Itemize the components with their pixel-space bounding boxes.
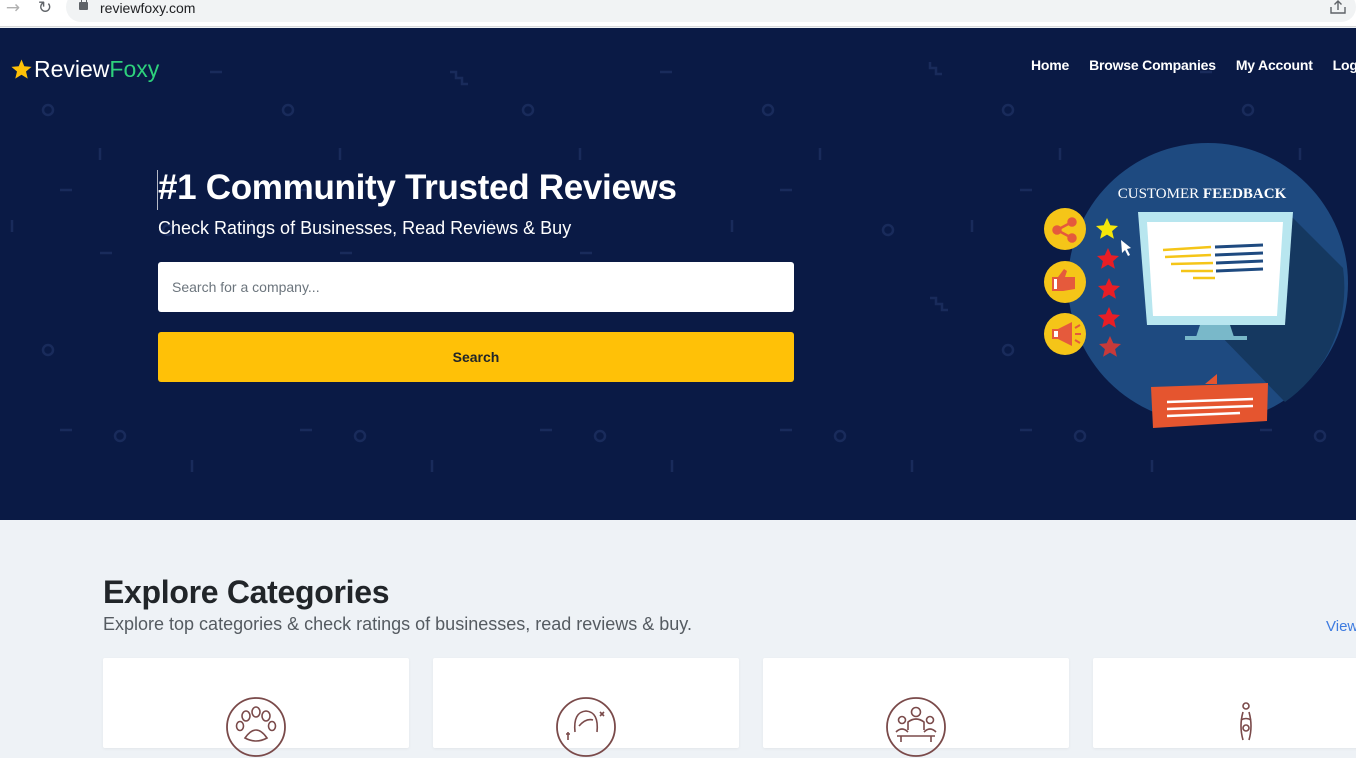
category-card[interactable] xyxy=(1093,658,1356,748)
nav-home[interactable]: Home xyxy=(1031,57,1069,73)
customer-feedback-illustration: CUSTOMER FEEDBACK xyxy=(1044,143,1348,428)
forward-arrow-icon[interactable]: → xyxy=(2,0,24,18)
logo-text-foxy: Foxy xyxy=(109,55,160,82)
logo-text-review: Review xyxy=(34,55,110,82)
illustration-caption: CUSTOMER FEEDBACK xyxy=(1118,186,1287,202)
view-all-link[interactable]: View xyxy=(1326,618,1356,635)
search-button[interactable]: Search xyxy=(158,332,794,382)
beauty-icon xyxy=(556,697,616,757)
nav-my-account[interactable]: My Account xyxy=(1236,57,1313,73)
site-logo[interactable]: Review Foxy xyxy=(10,54,159,84)
category-card[interactable] xyxy=(103,658,409,757)
nav-browse-companies[interactable]: Browse Companies xyxy=(1089,57,1216,73)
category-card[interactable] xyxy=(433,658,739,757)
lock-icon xyxy=(79,0,88,10)
figure-icon xyxy=(1240,702,1252,741)
hero-title: #1 Community Trusted Reviews xyxy=(158,168,677,207)
hero-subtitle: Check Ratings of Businesses, Read Review… xyxy=(158,218,572,238)
nav-logout[interactable]: Logout xyxy=(1333,57,1356,73)
hero-section: Review Foxy Home Browse Companies My Acco… xyxy=(0,28,1356,520)
main-nav: Home Browse Companies My Account Logout xyxy=(1031,57,1356,73)
star-icon xyxy=(11,58,32,79)
categories-title: Explore Categories xyxy=(103,574,390,610)
reload-icon[interactable]: ↻ xyxy=(34,0,56,18)
share-icon[interactable] xyxy=(1330,0,1346,14)
company-search-input[interactable] xyxy=(158,262,794,312)
categories-subtitle: Explore top categories & check ratings o… xyxy=(103,614,692,634)
url-text: reviewfoxy.com xyxy=(100,0,196,16)
business-people-icon xyxy=(886,697,946,757)
address-bar[interactable]: reviewfoxy.com xyxy=(66,0,1356,22)
paw-icon xyxy=(226,697,286,757)
browser-toolbar: → ↻ reviewfoxy.com xyxy=(0,0,1356,27)
category-card[interactable] xyxy=(763,658,1069,757)
